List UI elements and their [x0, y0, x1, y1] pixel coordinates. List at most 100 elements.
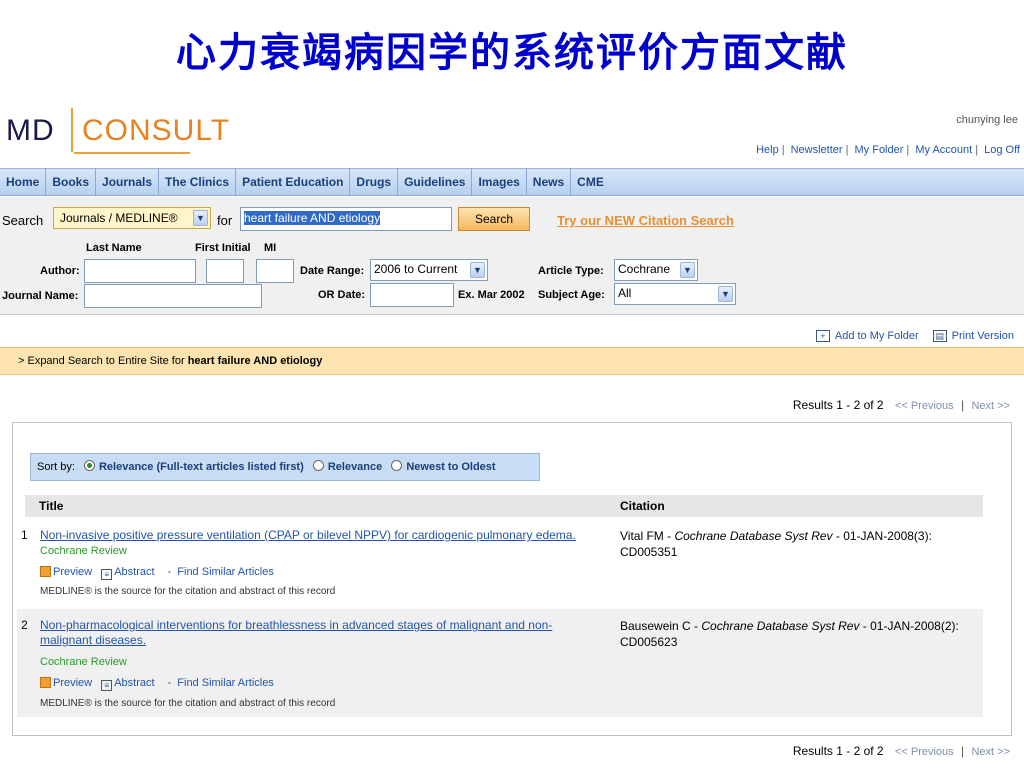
author-last-name-input[interactable] [84, 259, 196, 283]
result-tools: Preview ≡ Abstract - Find Similar Articles [40, 566, 274, 580]
nav-guidelines[interactable]: Guidelines [398, 168, 473, 196]
mi-label: MI [264, 242, 277, 254]
result-citation: Bausewein C - Cochrane Database Syst Rev… [620, 618, 980, 650]
nav-patient-education[interactable]: Patient Education [236, 168, 351, 196]
author-label: Author: [40, 265, 80, 277]
my-account-link[interactable]: My Account [915, 144, 972, 156]
table-row: 2 Non-pharmacological interventions for … [17, 609, 983, 717]
printer-icon: ▤ [932, 330, 947, 342]
find-similar-link[interactable]: Find Similar Articles [177, 677, 274, 689]
search-button[interactable]: Search [458, 207, 530, 231]
search-label: Search [2, 213, 44, 228]
previous-link[interactable]: << Previous [895, 400, 954, 412]
add-to-folder-link[interactable]: Add to My Folder [835, 330, 919, 342]
journal-name-input[interactable] [84, 284, 262, 308]
slide-title: 心力衰竭病因学的系统评价方面文献 [176, 30, 848, 76]
column-header-citation: Citation [620, 499, 665, 513]
expand-search-query: heart failure AND etiology [187, 355, 323, 367]
newsletter-link[interactable]: Newsletter [791, 144, 843, 156]
search-query-input[interactable]: heart failure AND etiology [240, 207, 452, 231]
for-label: for [217, 213, 233, 228]
citation-author: Vital FM - [620, 529, 675, 543]
preview-link[interactable]: Preview [53, 566, 92, 578]
chevron-down-icon: ▼ [193, 210, 208, 226]
result-citation: Vital FM - Cochrane Database Syst Rev - … [620, 528, 980, 560]
last-name-label: Last Name [86, 242, 142, 254]
sort-radio-relevance-fulltext[interactable] [83, 460, 95, 471]
subject-age-select[interactable]: All ▼ [614, 283, 736, 305]
nav-home[interactable]: Home [0, 168, 47, 196]
sort-radio-relevance[interactable] [312, 460, 324, 471]
citation-journal: Cochrane Database Syst Rev [674, 529, 833, 543]
next-link[interactable]: Next >> [971, 746, 1010, 758]
logo-divider [71, 108, 73, 152]
nav-news[interactable]: News [527, 168, 572, 196]
abstract-link[interactable]: Abstract [114, 566, 154, 578]
results-table-header: Title Citation [25, 495, 983, 517]
sort-radio-newest[interactable] [391, 460, 403, 471]
next-link[interactable]: Next >> [971, 400, 1010, 412]
date-range-value: 2006 to Current [374, 262, 458, 276]
sort-label: Sort by: [37, 461, 75, 473]
abstract-icon: ≡ [101, 569, 113, 580]
search-scope-value: Journals / MEDLINE® [60, 211, 178, 225]
nav-the-clinics[interactable]: The Clinics [159, 168, 237, 196]
nav-images[interactable]: Images [472, 168, 527, 196]
nav-cme[interactable]: CME [571, 168, 610, 196]
article-type-label: Article Type: [538, 265, 604, 277]
result-title-link[interactable]: Non-pharmacological interventions for br… [40, 618, 600, 648]
find-similar-link[interactable]: Find Similar Articles [177, 566, 274, 578]
result-number: 1 [21, 528, 28, 542]
results-summary-text: Results 1 - 2 of 2 [792, 398, 884, 412]
nav-journals[interactable]: Journals [96, 168, 160, 196]
date-range-label: Date Range: [300, 265, 365, 277]
my-folder-link[interactable]: My Folder [855, 144, 904, 156]
result-title-link[interactable]: Non-invasive positive pressure ventilati… [40, 528, 600, 543]
article-type-select[interactable]: Cochrane ▼ [614, 259, 698, 281]
help-link[interactable]: Help [756, 144, 779, 156]
or-date-input[interactable] [370, 283, 454, 307]
new-citation-search-link[interactable]: Try our NEW Citation Search [557, 213, 734, 228]
column-header-title: Title [39, 499, 64, 513]
logo-underline [74, 152, 190, 154]
date-range-select[interactable]: 2006 to Current ▼ [370, 259, 488, 281]
result-actions: + Add to My Folder ▤ Print Version [815, 330, 1014, 342]
print-version-link[interactable]: Print Version [952, 330, 1014, 342]
results-summary-top: Results 1 - 2 of 2 << Previous | Next >> [792, 398, 1010, 412]
date-example: Ex. Mar 2002 [458, 289, 525, 301]
author-first-initial-input[interactable] [206, 259, 244, 283]
result-source: Cochrane Review [40, 545, 127, 557]
subject-age-label: Subject Age: [538, 289, 605, 301]
nav-drugs[interactable]: Drugs [350, 168, 399, 196]
chevron-down-icon: ▼ [470, 262, 485, 278]
expand-search-bar[interactable]: > Expand Search to Entire Site for heart… [0, 347, 1024, 375]
sort-option-relevance-fulltext[interactable]: Relevance (Full-text articles listed fir… [99, 461, 304, 473]
top-links: Help | Newsletter | My Folder | My Account |… [756, 144, 1020, 156]
sort-option-newest[interactable]: Newest to Oldest [406, 461, 495, 473]
search-scope-select[interactable]: Journals / MEDLINE® ▼ [53, 207, 211, 229]
abstract-link[interactable]: Abstract [114, 677, 154, 689]
results-summary-bottom: Results 1 - 2 of 2 << Previous | Next >> [792, 744, 1010, 758]
citation-author: Bausewein C - [620, 619, 702, 633]
subject-age-value: All [618, 286, 632, 300]
results-summary-text: Results 1 - 2 of 2 [792, 744, 884, 758]
user-name: chunying lee [956, 114, 1018, 126]
previous-link[interactable]: << Previous [895, 746, 954, 758]
nav-books[interactable]: Books [46, 168, 97, 196]
chevron-down-icon: ▼ [680, 262, 695, 278]
search-panel: Search Journals / MEDLINE® ▼ for heart f… [0, 197, 1024, 315]
results-panel: Sort by: Relevance (Full-text articles l… [12, 422, 1012, 736]
add-folder-icon: + [815, 330, 830, 342]
sort-option-relevance[interactable]: Relevance [328, 461, 382, 473]
author-mi-input[interactable] [256, 259, 294, 283]
chevron-down-icon: ▼ [718, 286, 733, 302]
log-off-link[interactable]: Log Off [984, 144, 1020, 156]
preview-icon [40, 677, 51, 688]
preview-link[interactable]: Preview [53, 677, 92, 689]
table-row: 1 Non-invasive positive pressure ventila… [17, 523, 983, 603]
result-source: Cochrane Review [40, 656, 127, 668]
result-source-note: MEDLINE® is the source for the citation … [40, 698, 336, 709]
or-date-label: OR Date: [318, 289, 366, 301]
expand-search-prefix: > Expand Search to Entire Site for [18, 355, 185, 367]
search-query-value: heart failure AND etiology [244, 211, 381, 225]
